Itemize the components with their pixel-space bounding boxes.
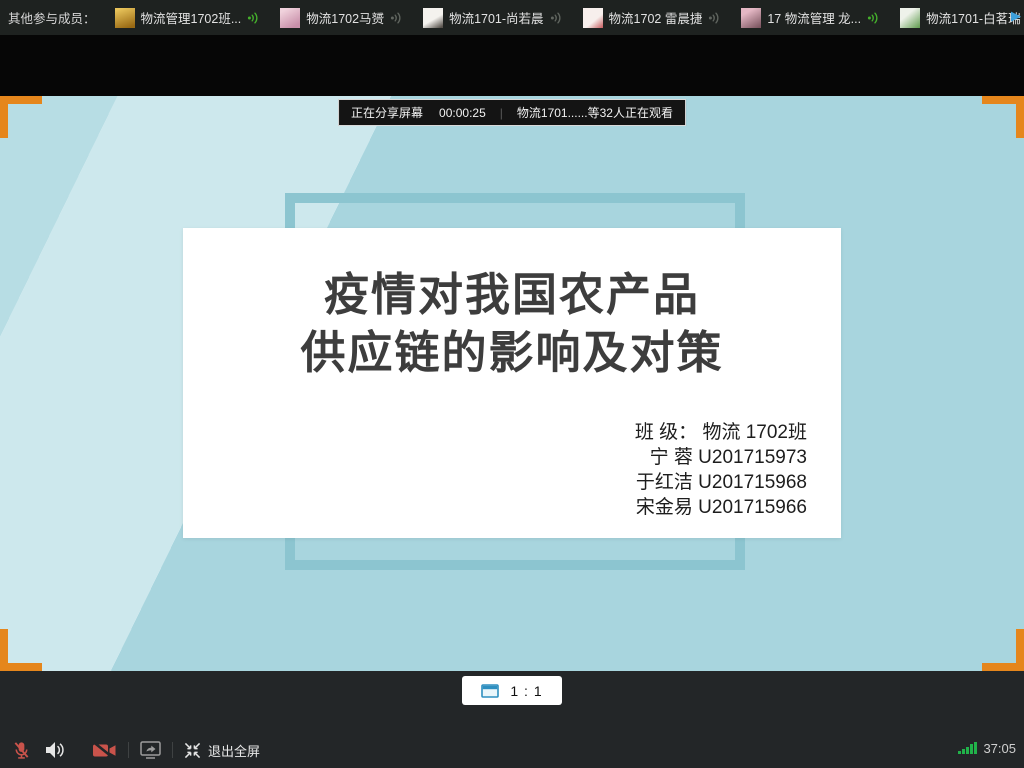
participant-name: 物流1701-白茗瑞: [926, 8, 1020, 27]
participant-avatar: [741, 8, 761, 28]
mic-muted-icon: [12, 740, 31, 761]
share-corner-marker: [0, 629, 42, 671]
slide-info-line: 班 级： 物流 1702班: [635, 420, 807, 445]
audio-waves-icon: [867, 11, 881, 25]
slide-authors-block: 班 级： 物流 1702班 宁 蓉 U201715973 于红洁 U201715…: [635, 420, 807, 520]
meeting-window: 其他参与成员： 物流管理1702班... 物流1702马赟 物流1701-尚若晨…: [0, 0, 1024, 768]
slide-info-line: 宁 蓉 U201715973: [635, 445, 807, 470]
participant-avatar: [900, 8, 920, 28]
aspect-ratio-label: 1 : 1: [510, 683, 542, 699]
participant-item[interactable]: 物流管理1702班...: [115, 8, 262, 28]
signal-bars-icon: [957, 742, 977, 757]
share-corner-marker: [982, 96, 1024, 138]
exit-fullscreen-icon: [184, 742, 201, 759]
shared-screen-area: 正在分享屏幕 00:00:25 | 物流1701......等32人正在观看 疫…: [0, 96, 1024, 671]
camera-off-button[interactable]: [92, 741, 117, 760]
camera-off-icon: [92, 741, 117, 760]
participant-item[interactable]: 17 物流管理 龙...: [741, 8, 881, 28]
participant-item[interactable]: 物流1702马赟: [280, 8, 404, 28]
slide-title-line1: 疫情对我国农产品: [183, 266, 841, 324]
participant-avatar: [115, 8, 135, 28]
toolbar-divider: [172, 742, 173, 758]
aspect-ratio-button[interactable]: 1 : 1: [462, 676, 562, 705]
share-screen-icon: [140, 741, 161, 759]
exit-fullscreen-button[interactable]: 退出全屏: [184, 741, 260, 760]
toolbar-divider: [128, 742, 129, 758]
slide-title: 疫情对我国农产品 供应链的影响及对策: [183, 266, 841, 382]
bottom-control-bar: 1 : 1: [0, 671, 1024, 768]
viewers-count-text: 物流1701......等32人正在观看: [517, 104, 673, 121]
audio-waves-icon: [708, 11, 722, 25]
sharing-elapsed-time: 00:00:25: [439, 106, 486, 120]
speaker-icon: [44, 740, 66, 760]
meeting-timer: 37:05: [983, 740, 1016, 757]
participant-avatar: [280, 8, 300, 28]
audio-waves-icon: [550, 11, 564, 25]
microphone-muted-button[interactable]: [12, 740, 31, 761]
status-divider: |: [500, 106, 503, 120]
slide-info-line: 于红洁 U201715968: [635, 470, 807, 495]
participant-item[interactable]: 物流1701-白茗瑞: [900, 8, 1024, 28]
participant-item[interactable]: 物流1701-尚若晨: [423, 8, 563, 28]
slide-card: 疫情对我国农产品 供应链的影响及对策 班 级： 物流 1702班 宁 蓉 U20…: [183, 228, 841, 538]
participant-avatar: [423, 8, 443, 28]
slide-title-line2: 供应链的影响及对策: [183, 324, 841, 382]
aspect-ratio-monitor-icon: [481, 684, 499, 698]
share-corner-marker: [0, 96, 42, 138]
participant-name: 物流管理1702班...: [141, 8, 242, 27]
share-corner-marker: [982, 629, 1024, 671]
connection-status: 37:05: [957, 740, 1016, 757]
participant-name: 物流1702马赟: [306, 8, 384, 27]
speaker-button[interactable]: [44, 740, 66, 760]
audio-waves-icon: [390, 11, 404, 25]
participant-name: 物流1702 雷晨捷: [609, 8, 703, 27]
participant-avatar: [583, 8, 603, 28]
exit-fullscreen-label: 退出全屏: [208, 741, 260, 760]
more-participants-arrow-icon[interactable]: ▶: [1011, 9, 1021, 22]
share-screen-button[interactable]: [140, 741, 161, 759]
participant-name: 物流1701-尚若晨: [449, 8, 543, 27]
sharing-status-bar: 正在分享屏幕 00:00:25 | 物流1701......等32人正在观看: [338, 99, 686, 126]
audio-waves-icon: [247, 11, 261, 25]
media-toolbar: 退出全屏: [12, 737, 260, 763]
sharing-status-label: 正在分享屏幕: [351, 104, 423, 121]
participants-bar-label: 其他参与成员：: [8, 8, 96, 27]
slide-info-line: 宋金易 U201715966: [635, 495, 807, 520]
participant-item[interactable]: 物流1702 雷晨捷: [583, 8, 723, 28]
participant-name: 17 物流管理 龙...: [767, 8, 861, 27]
participants-bar: 其他参与成员： 物流管理1702班... 物流1702马赟 物流1701-尚若晨…: [0, 0, 1024, 35]
